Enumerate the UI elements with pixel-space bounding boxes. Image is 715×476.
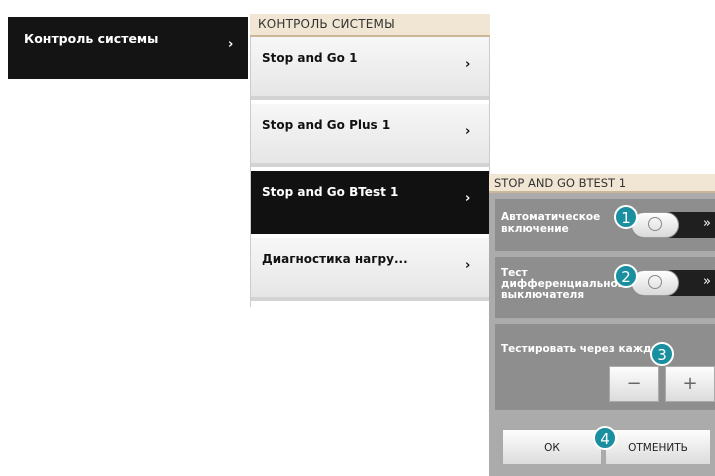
list-item-stop-and-go[interactable]: Stop and Go 1 › <box>251 37 489 100</box>
list-item-stop-and-go-btest[interactable]: Stop and Go BTest 1 › <box>251 171 489 234</box>
chevron-right-icon: › <box>228 37 234 52</box>
chevron-right-icon: › <box>465 191 471 206</box>
chevron-right-icon: › <box>465 258 471 273</box>
diff-test-label-line2: дифференциального <box>501 278 631 290</box>
test-interval-label: Тестировать через каждые <box>501 343 669 355</box>
panel-title: КОНТРОЛЬ СИСТЕМЫ <box>258 17 395 31</box>
ok-button[interactable]: ОК <box>502 429 602 465</box>
double-chevron-right-icon: » <box>703 216 711 231</box>
list-item-stop-and-go-plus[interactable]: Stop and Go Plus 1 › <box>251 104 489 167</box>
callout-badge-1: 1 <box>614 205 638 229</box>
panel-title: STOP AND GO BTEST 1 <box>494 176 627 190</box>
callout-badge-3: 3 <box>650 342 674 366</box>
circle-icon <box>648 275 662 289</box>
left-menu-panel[interactable]: Контроль системы › <box>8 17 248 79</box>
system-control-header: КОНТРОЛЬ СИСТЕМЫ <box>250 14 490 37</box>
list-item-label: Stop and Go BTest 1 <box>262 185 399 199</box>
chevron-right-icon: › <box>465 57 471 72</box>
toggle-knob[interactable] <box>631 212 679 238</box>
diff-test-label-line1: Тест <box>501 267 528 279</box>
device-list: Stop and Go 1 › Stop and Go Plus 1 › Sto… <box>250 37 490 307</box>
cancel-button[interactable]: ОТМЕНИТЬ <box>605 429 711 465</box>
list-item-label: Stop and Go 1 <box>262 51 358 65</box>
differential-test-setting: Тест дифференциального выключателя » <box>495 257 715 318</box>
chevron-right-icon: › <box>465 124 471 139</box>
list-item-label: Stop and Go Plus 1 <box>262 118 391 132</box>
differential-test-toggle[interactable]: » <box>631 270 715 296</box>
auto-enable-setting: Автоматическое включение » <box>495 199 715 251</box>
list-item-load-diagnostics[interactable]: Диагностика нагру... › <box>251 238 489 301</box>
increment-button[interactable]: + <box>665 366 715 402</box>
auto-enable-label-line1: Автоматическое <box>501 211 601 223</box>
auto-enable-label-line2: включение <box>501 223 569 235</box>
diff-test-label-line3: выключателя <box>501 289 585 301</box>
decrement-button[interactable]: − <box>609 366 659 402</box>
circle-icon <box>648 217 662 231</box>
callout-badge-4: 4 <box>593 426 617 450</box>
callout-badge-2: 2 <box>614 264 638 288</box>
double-chevron-right-icon: » <box>703 274 711 289</box>
btest-settings-header: STOP AND GO BTEST 1 <box>489 174 715 193</box>
test-interval-setting: Тестировать через каждые − + <box>495 324 715 410</box>
list-item-label: Диагностика нагру... <box>262 252 408 266</box>
auto-enable-toggle[interactable]: » <box>631 212 715 238</box>
toggle-knob[interactable] <box>631 270 679 296</box>
menu-item-system-control-label: Контроль системы <box>24 31 159 46</box>
